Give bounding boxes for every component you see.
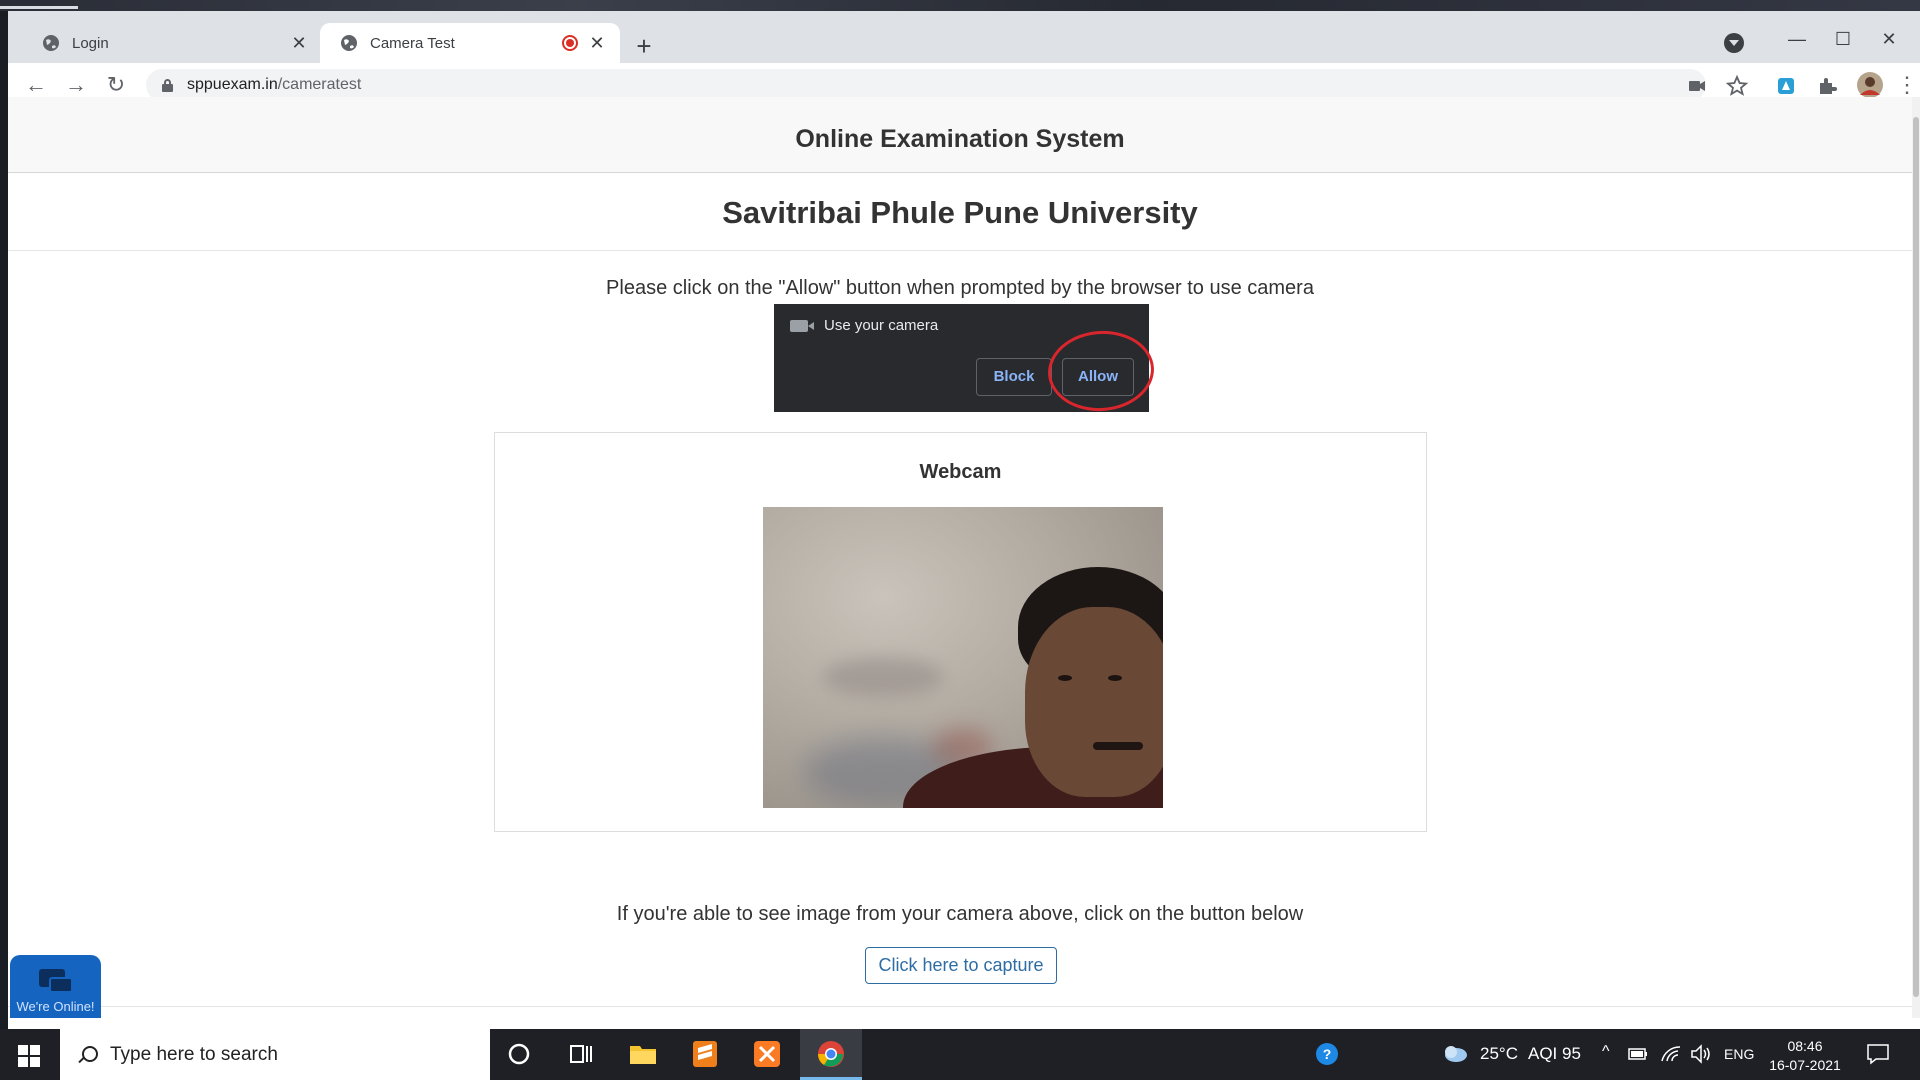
back-button[interactable]: ← <box>22 71 50 99</box>
menu-kebab-icon[interactable]: ⋮ <box>1896 71 1918 99</box>
maximize-button[interactable]: ☐ <box>1820 25 1866 53</box>
desktop-background-strip <box>0 0 1920 11</box>
university-banner: Savitribai Phule Pune University <box>8 173 1912 251</box>
profile-avatar[interactable] <box>1856 71 1884 99</box>
help-icon[interactable]: ? <box>1314 1039 1344 1069</box>
chrome-taskbar-active[interactable] <box>800 1029 862 1080</box>
url-host: sppuexam.in <box>187 76 278 93</box>
weather-temperature[interactable]: 25°C <box>1480 1044 1518 1064</box>
chat-widget-button[interactable]: We're Online! <box>10 955 101 1018</box>
tab-bar: Login ✕ Camera Test ✕ + — ☐ ✕ <box>8 11 1920 63</box>
wifi-icon[interactable] <box>1660 1043 1682 1065</box>
chat-bubble-icon <box>38 969 73 995</box>
webcam-panel: Webcam <box>494 432 1427 832</box>
windows-start-icon[interactable] <box>18 1045 40 1067</box>
close-tab-icon[interactable]: ✕ <box>588 34 606 52</box>
capture-instruction: If you're able to see image from your ca… <box>616 903 1304 925</box>
camera-instruction: Please click on the "Allow" button when … <box>606 277 1314 299</box>
globe-icon <box>341 35 357 51</box>
recording-icon <box>562 35 578 51</box>
prompt-title: Use your camera <box>824 317 939 334</box>
chrome-icon <box>817 1041 844 1067</box>
search-placeholder: Type here to search <box>110 1043 278 1065</box>
lock-icon[interactable] <box>162 78 173 92</box>
tab-search-icon[interactable] <box>1724 33 1744 53</box>
weather-aqi[interactable]: AQI 95 <box>1528 1044 1581 1064</box>
allow-label: Allow <box>1062 358 1134 396</box>
capture-button[interactable]: Click here to capture <box>865 947 1057 984</box>
volume-icon[interactable] <box>1690 1043 1714 1065</box>
block-label: Block <box>976 358 1052 396</box>
windows-taskbar: Type here to search ? 25°C AQI 95 ^ ENG … <box>0 1029 1920 1080</box>
clock-time: 08:46 <box>1787 1038 1823 1054</box>
camera-in-use-icon[interactable] <box>1686 75 1708 97</box>
tab-title: Login <box>72 34 109 52</box>
divider <box>8 1006 1912 1007</box>
url-text: sppuexam.in/cameratest <box>187 76 361 94</box>
new-tab-button[interactable]: + <box>630 33 658 61</box>
xampp-icon[interactable] <box>752 1039 782 1069</box>
close-tab-icon[interactable]: ✕ <box>290 34 308 52</box>
weather-cloud-icon[interactable] <box>1440 1039 1470 1069</box>
battery-icon[interactable] <box>1628 1044 1648 1064</box>
extension-icon[interactable] <box>1775 75 1797 97</box>
page-scrollbar[interactable] <box>1912 97 1920 1018</box>
close-window-button[interactable]: ✕ <box>1866 25 1912 53</box>
university-name: Savitribai Phule Pune University <box>722 195 1198 230</box>
clock-date: 16-07-2021 <box>1769 1057 1841 1073</box>
system-clock[interactable]: 08:46 16-07-2021 <box>1760 1037 1850 1075</box>
video-camera-icon <box>790 320 814 332</box>
chat-widget-label: We're Online! <box>16 999 95 1014</box>
tab-title: Camera Test <box>370 34 455 52</box>
forward-button[interactable]: → <box>62 71 90 99</box>
search-icon <box>78 1045 98 1064</box>
webcam-title: Webcam <box>919 461 1002 483</box>
page-content: Online Examination System Savitribai Phu… <box>8 97 1912 1018</box>
webcam-video-feed <box>763 507 1163 808</box>
camera-permission-prompt-image: Use your camera Block Allow <box>774 304 1157 415</box>
taskbar-search-box[interactable]: Type here to search <box>60 1029 490 1080</box>
show-hidden-icons[interactable]: ^ <box>1602 1043 1610 1061</box>
site-header: Online Examination System <box>8 97 1912 173</box>
task-view-icon[interactable] <box>566 1039 596 1069</box>
input-language[interactable]: ENG <box>1724 1046 1754 1062</box>
extensions-puzzle-icon[interactable] <box>1816 75 1838 97</box>
tab-login[interactable]: Login ✕ <box>22 23 322 63</box>
minimize-button[interactable]: — <box>1774 25 1820 53</box>
file-explorer-icon[interactable] <box>628 1039 658 1069</box>
sublime-text-icon[interactable] <box>690 1039 720 1069</box>
bookmark-star-icon[interactable] <box>1726 75 1748 97</box>
svg-text:?: ? <box>1323 1046 1332 1062</box>
tab-camera-test[interactable]: Camera Test ✕ <box>320 23 620 63</box>
globe-icon <box>43 35 59 51</box>
cortana-icon[interactable] <box>504 1039 534 1069</box>
url-path: /cameratest <box>277 76 362 93</box>
notifications-icon[interactable] <box>1866 1042 1890 1066</box>
reload-button[interactable]: ↻ <box>102 71 130 99</box>
page-title: Online Examination System <box>795 125 1125 153</box>
